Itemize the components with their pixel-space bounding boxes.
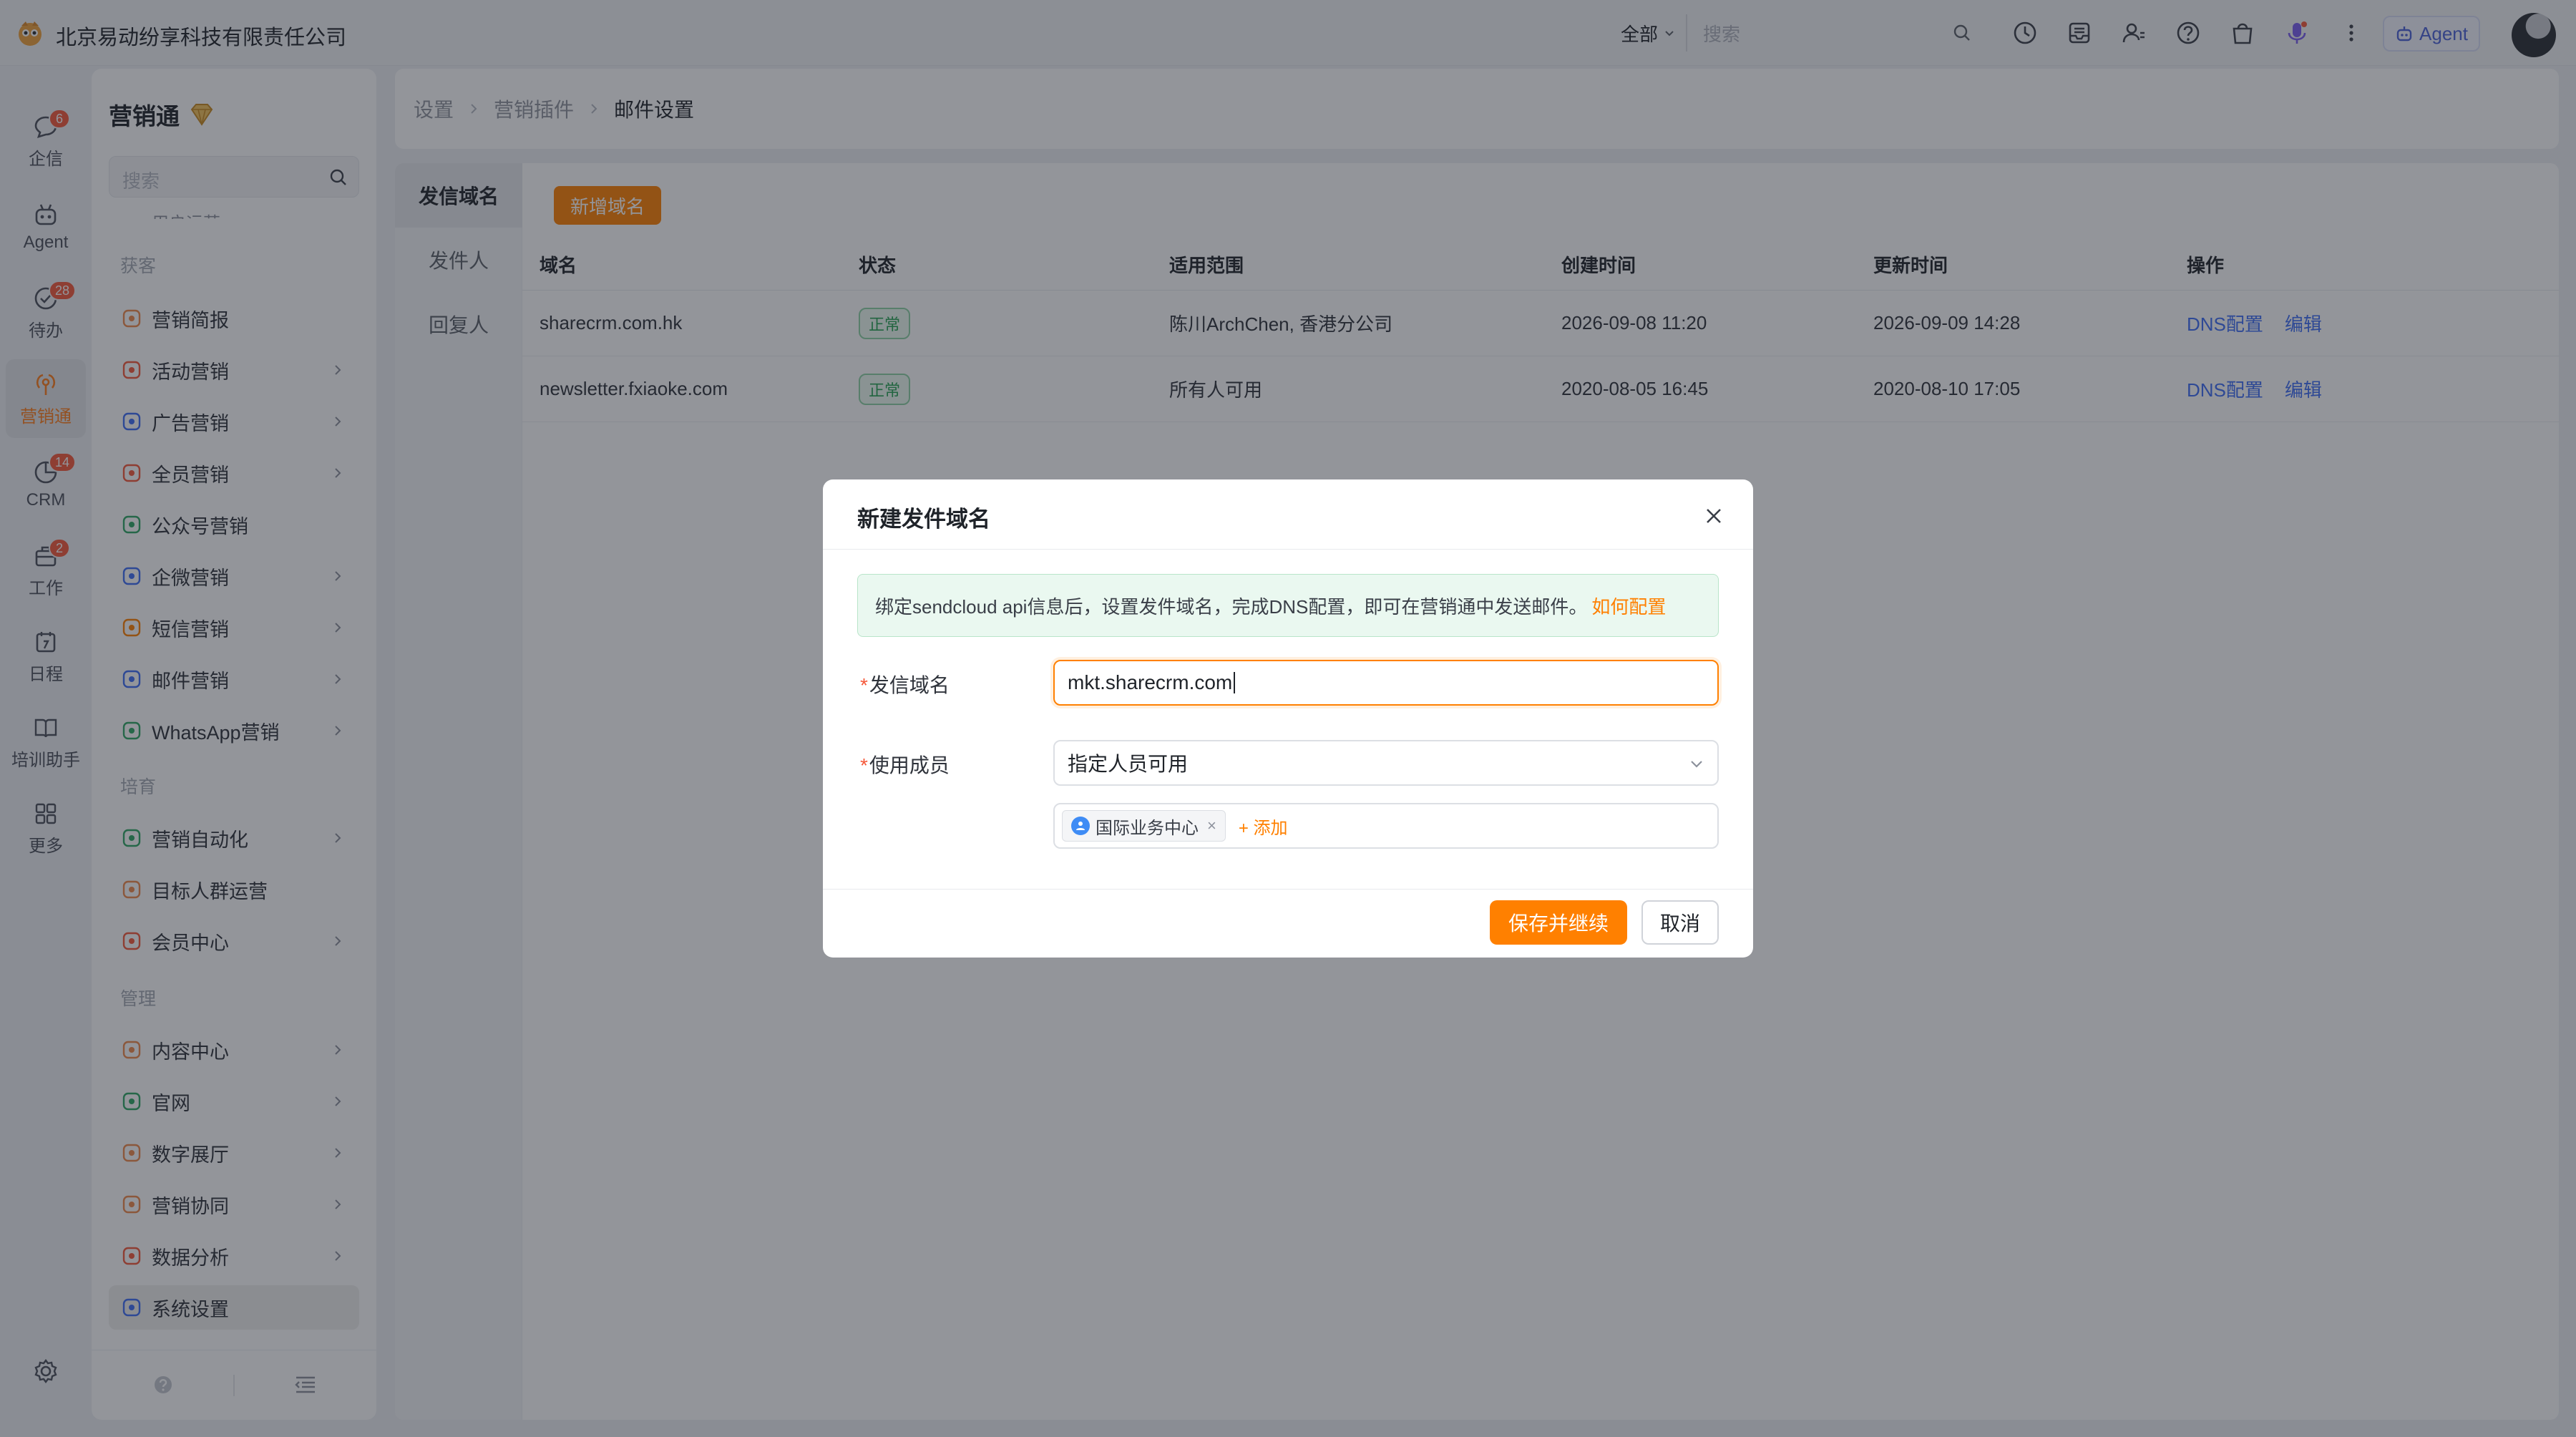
department-icon	[1071, 817, 1090, 835]
members-field-label: *使用成员	[860, 750, 950, 779]
alert-text: 绑定sendcloud api信息后，设置发件域名，完成DNS配置，即可在营销通…	[875, 595, 1588, 618]
cancel-button[interactable]: 取消	[1641, 900, 1719, 945]
dialog-header: 新建发件域名	[823, 479, 1753, 550]
domain-input-value: mkt.sharecrm.com	[1068, 671, 1233, 693]
member-tag: 国际业务中心 ×	[1062, 810, 1226, 842]
required-mark: *	[860, 674, 868, 696]
new-domain-dialog: 新建发件域名 绑定sendcloud api信息后，设置发件域名，完成DNS配置…	[823, 479, 1753, 958]
member-tag-label: 国际业务中心	[1096, 818, 1199, 838]
info-alert: 绑定sendcloud api信息后，设置发件域名，完成DNS配置，即可在营销通…	[857, 574, 1719, 637]
how-to-config-link[interactable]: 如何配置	[1591, 593, 1666, 619]
domain-label-text: 发信域名	[869, 674, 950, 696]
required-mark: *	[860, 754, 868, 776]
remove-tag-icon[interactable]: ×	[1207, 817, 1216, 835]
save-and-continue-button[interactable]: 保存并继续	[1490, 900, 1627, 945]
domain-input[interactable]: mkt.sharecrm.com	[1053, 660, 1719, 706]
chevron-down-icon	[1691, 761, 1702, 768]
domain-field-label: *发信域名	[860, 670, 950, 698]
close-icon[interactable]	[1703, 505, 1724, 527]
add-member-link[interactable]: + 添加	[1239, 814, 1288, 839]
member-picker[interactable]: 国际业务中心 × + 添加	[1053, 803, 1719, 849]
members-scope-value: 指定人员可用	[1068, 753, 1189, 775]
dialog-title: 新建发件域名	[857, 507, 990, 532]
members-scope-select[interactable]: 指定人员可用	[1053, 740, 1719, 786]
text-caret	[1234, 672, 1236, 693]
members-label-text: 使用成员	[869, 754, 950, 776]
